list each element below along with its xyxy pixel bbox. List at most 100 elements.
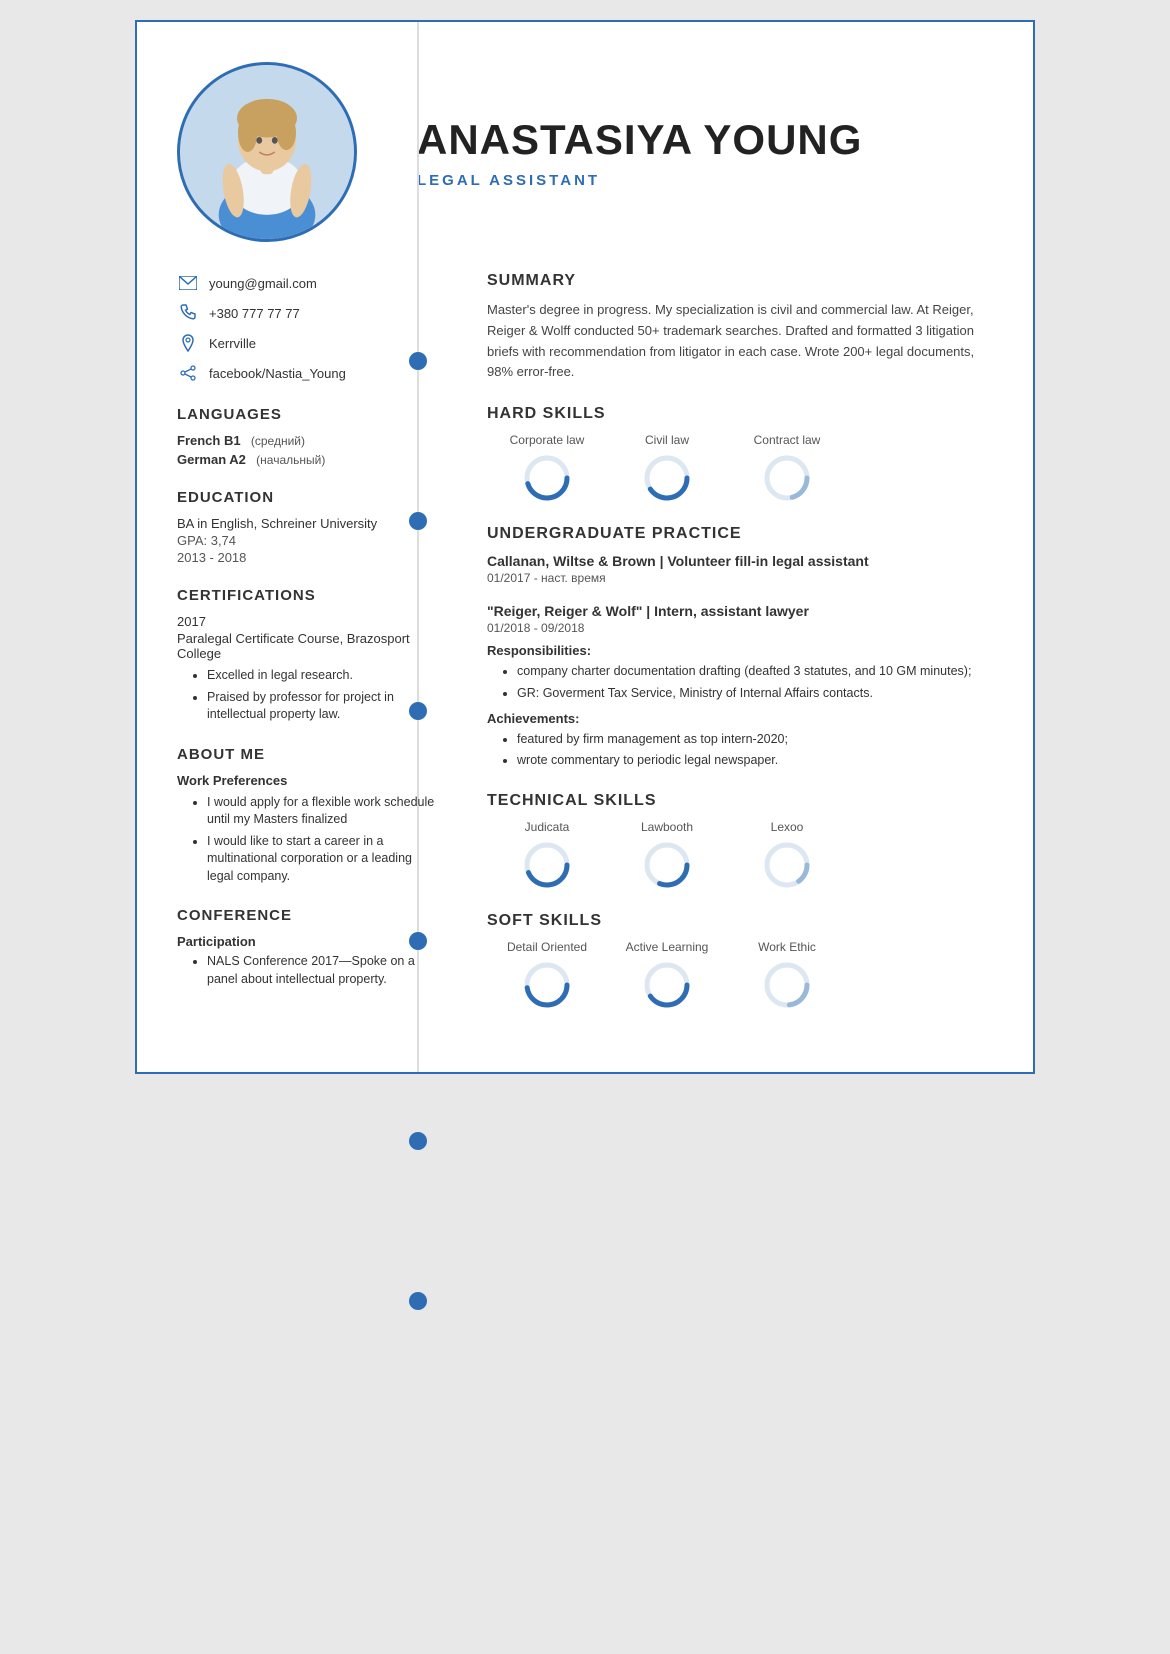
about-me-section: ABOUT ME Work Preferences I would apply … <box>177 746 437 886</box>
edu-years: 2013 - 2018 <box>177 550 437 565</box>
achievements-list: featured by firm management as top inter… <box>487 730 993 771</box>
summary-section: SUMMARY Master's degree in progress. My … <box>487 272 993 383</box>
hard-skills-section: HARD SKILLS Corporate law Civil law <box>487 405 993 503</box>
resp-item-0: company charter documentation drafting (… <box>517 662 993 681</box>
header-section: ANASTASIYA YOUNG LEGAL ASSISTANT <box>177 62 993 242</box>
hard-skills-row: Corporate law Civil law <box>487 433 993 503</box>
about-me-title: ABOUT ME <box>177 746 437 763</box>
skill-contract-law: Contract law <box>727 433 847 503</box>
location-icon <box>177 332 199 354</box>
lang-item-0: French B1 (средний) <box>177 433 437 448</box>
skill-learning: Active Learning <box>607 940 727 1010</box>
edu-gpa: GPA: 3,74 <box>177 533 437 548</box>
responsibilities-list: company charter documentation drafting (… <box>487 662 993 703</box>
education-section: EDUCATION BA in English, Schreiner Unive… <box>177 489 437 565</box>
avatar <box>177 62 357 242</box>
practice-section: UNDERGRADUATE PRACTICE Callanan, Wiltse … <box>487 525 993 770</box>
contact-section: young@gmail.com +380 777 77 77 Kerrville <box>177 272 437 384</box>
cert-bullets: Excelled in legal research. Praised by p… <box>177 667 437 724</box>
hard-skills-title: HARD SKILLS <box>487 405 993 423</box>
certifications-section: CERTIFICATIONS 2017 Paralegal Certificat… <box>177 587 437 724</box>
skill-civil-law: Civil law <box>607 433 727 503</box>
skill-label-civil: Civil law <box>645 433 689 447</box>
skill-judicata: Judicata <box>487 820 607 890</box>
cert-year: 2017 <box>177 614 437 629</box>
conference-bullets: NALS Conference 2017—Spoke on a panel ab… <box>177 953 437 988</box>
location-value: Kerrville <box>209 336 256 351</box>
work-preferences-title: Work Preferences <box>177 773 437 788</box>
summary-title: SUMMARY <box>487 272 993 290</box>
practice-item-1: "Reiger, Reiger & Wolf" | Intern, assist… <box>487 603 993 770</box>
about-me-bullets: I would apply for a flexible work schedu… <box>177 794 437 886</box>
skill-label-judicata: Judicata <box>525 820 570 834</box>
resp-label: Responsibilities: <box>487 643 993 658</box>
conference-participation-label: Participation <box>177 934 437 949</box>
company-1: "Reiger, Reiger & Wolf" | Intern, assist… <box>487 603 993 619</box>
contact-social: facebook/Nastia_Young <box>177 362 437 384</box>
skill-work-ethic: Work Ethic <box>727 940 847 1010</box>
email-value: young@gmail.com <box>209 276 317 291</box>
cert-name: Paralegal Certificate Course, Brazosport… <box>177 631 437 661</box>
right-column: SUMMARY Master's degree in progress. My … <box>457 272 993 1032</box>
dates-0: 01/2017 - наст. время <box>487 571 993 585</box>
lang-note-0: (средний) <box>244 434 305 448</box>
skill-label-detail: Detail Oriented <box>507 940 587 954</box>
about-bullet-1: I would like to start a career in a mult… <box>207 833 437 886</box>
skill-label-corporate: Corporate law <box>510 433 585 447</box>
soft-skills-title: SOFT SKILLS <box>487 912 993 930</box>
left-column: young@gmail.com +380 777 77 77 Kerrville <box>177 272 457 1032</box>
skill-label-lawbooth: Lawbooth <box>641 820 693 834</box>
conference-section: CONFERENCE Participation NALS Conference… <box>177 907 437 988</box>
achieve-item-0: featured by firm management as top inter… <box>517 730 993 749</box>
lang-name-0: French B1 <box>177 433 241 448</box>
social-icon <box>177 362 199 384</box>
summary-text: Master's degree in progress. My speciali… <box>487 300 993 383</box>
header-text: ANASTASIYA YOUNG LEGAL ASSISTANT <box>397 116 993 189</box>
lang-note-1: (начальный) <box>250 453 326 467</box>
skill-lawbooth: Lawbooth <box>607 820 727 890</box>
phone-icon <box>177 302 199 324</box>
cert-title: CERTIFICATIONS <box>177 587 437 604</box>
contact-location: Kerrville <box>177 332 437 354</box>
social-value: facebook/Nastia_Young <box>209 366 346 381</box>
timeline-dot-5 <box>409 1292 427 1310</box>
skill-label-contract: Contract law <box>754 433 821 447</box>
two-column-layout: young@gmail.com +380 777 77 77 Kerrville <box>177 272 993 1032</box>
phone-value: +380 777 77 77 <box>209 306 300 321</box>
practice-item-0: Callanan, Wiltse & Brown | Volunteer fil… <box>487 553 993 585</box>
languages-title: LANGUAGES <box>177 406 437 423</box>
education-title: EDUCATION <box>177 489 437 506</box>
lang-item-1: German A2 (начальный) <box>177 452 437 467</box>
edu-school: BA in English, Schreiner University <box>177 516 437 531</box>
resume-document: ANASTASIYA YOUNG LEGAL ASSISTANT young@g… <box>135 20 1035 1074</box>
achieve-item-1: wrote commentary to periodic legal newsp… <box>517 751 993 770</box>
dates-1: 01/2018 - 09/2018 <box>487 621 993 635</box>
about-bullet-0: I would apply for a flexible work schedu… <box>207 794 437 829</box>
cert-bullet-0: Excelled in legal research. <box>207 667 437 685</box>
timeline-dot-2 <box>409 702 427 720</box>
languages-section: LANGUAGES French B1 (средний) German A2 … <box>177 406 437 467</box>
soft-skills-section: SOFT SKILLS Detail Oriented Active Learn… <box>487 912 993 1010</box>
soft-skills-row: Detail Oriented Active Learning <box>487 940 993 1010</box>
cert-bullet-1: Praised by professor for project in inte… <box>207 689 437 724</box>
timeline-dot-3 <box>409 932 427 950</box>
technical-skills-title: TECHNICAL SKILLS <box>487 792 993 810</box>
lang-name-1: German A2 <box>177 452 246 467</box>
conf-bullet-0: NALS Conference 2017—Spoke on a panel ab… <box>207 953 437 988</box>
skill-label-ethic: Work Ethic <box>758 940 816 954</box>
practice-title: UNDERGRADUATE PRACTICE <box>487 525 993 543</box>
skill-lexoo: Lexoo <box>727 820 847 890</box>
conference-title: CONFERENCE <box>177 907 437 924</box>
technical-skills-section: TECHNICAL SKILLS Judicata Lawbooth <box>487 792 993 890</box>
tech-skills-row: Judicata Lawbooth Le <box>487 820 993 890</box>
timeline-dot-1 <box>409 512 427 530</box>
timeline-dot-0 <box>409 352 427 370</box>
skill-corporate-law: Corporate law <box>487 433 607 503</box>
contact-email: young@gmail.com <box>177 272 437 294</box>
timeline-dot-4 <box>409 1132 427 1150</box>
email-icon <box>177 272 199 294</box>
skill-detail: Detail Oriented <box>487 940 607 1010</box>
full-name: ANASTASIYA YOUNG <box>417 116 993 164</box>
job-title: LEGAL ASSISTANT <box>417 172 993 189</box>
skill-label-lexoo: Lexoo <box>771 820 804 834</box>
